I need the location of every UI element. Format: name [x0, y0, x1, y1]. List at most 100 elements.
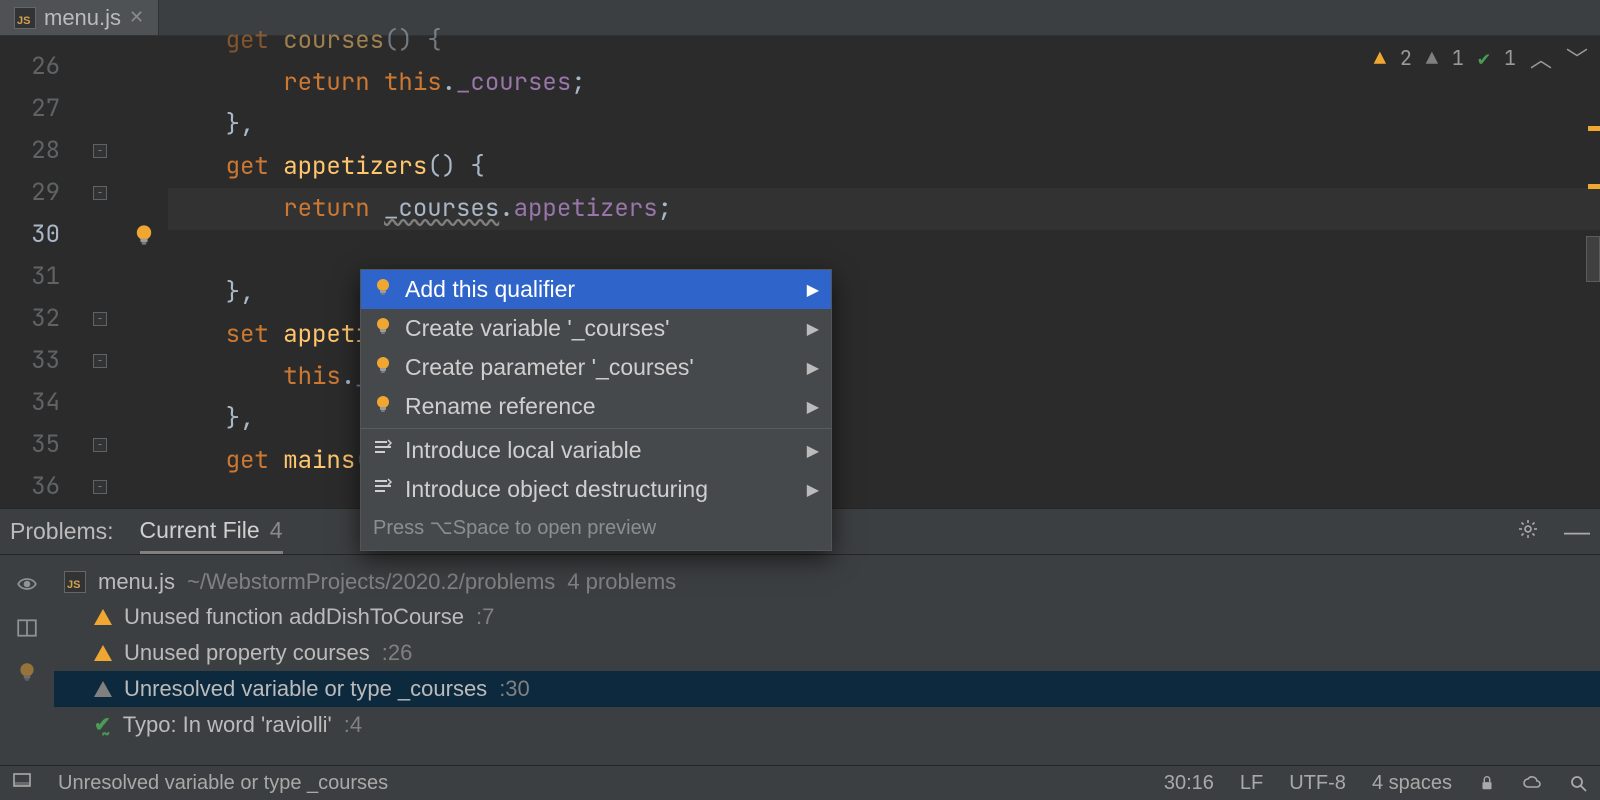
- intention-action-label: Add this qualifier: [405, 276, 575, 303]
- refactor-icon: [373, 437, 393, 464]
- problems-title-label: Problems:: [10, 518, 114, 545]
- hide-panel-icon[interactable]: —: [1564, 516, 1590, 547]
- line-number-gutter: 2627282930313233343536: [0, 36, 80, 508]
- intention-action-item[interactable]: Create variable '_courses'▶: [361, 309, 831, 348]
- line-number: 28: [0, 130, 80, 172]
- next-highlight-icon[interactable]: ﹀: [1566, 42, 1588, 74]
- error-stripe-viewport[interactable]: [1586, 236, 1600, 282]
- prev-highlight-icon[interactable]: ︿: [1530, 42, 1552, 74]
- fold-handle[interactable]: −: [93, 144, 107, 158]
- fold-handle[interactable]: −: [93, 186, 107, 200]
- problem-item[interactable]: Unused property courses :26: [54, 635, 1600, 671]
- submenu-arrow-icon: ▶: [807, 397, 819, 417]
- line-number: 36: [0, 466, 80, 508]
- caret-position[interactable]: 30:16: [1164, 772, 1214, 795]
- code-line[interactable]: return _courses.appetizers;: [168, 188, 1600, 230]
- intention-popup-hint: Press ⌥Space to open preview: [361, 509, 831, 550]
- bulb-icon[interactable]: [14, 659, 40, 685]
- typo-count: 1: [1504, 45, 1516, 71]
- weak-warning-icon: [94, 681, 112, 697]
- error-stripe[interactable]: [1586, 36, 1600, 508]
- error-stripe-mark[interactable]: [1588, 126, 1600, 131]
- code-line[interactable]: },: [168, 104, 1600, 146]
- submenu-arrow-icon: ▶: [807, 441, 819, 461]
- error-stripe-mark[interactable]: [1588, 184, 1600, 189]
- problems-list[interactable]: JS menu.js ~/WebstormProjects/2020.2/pro…: [54, 555, 1600, 766]
- warning-icon: ▲: [1374, 45, 1386, 71]
- typo-icon: ✔̰: [94, 712, 111, 737]
- problem-item[interactable]: ✔̰ Typo: In word 'raviolli' :4: [54, 707, 1600, 743]
- bulb-icon: [373, 315, 393, 342]
- intention-action-label: Create parameter '_courses': [405, 354, 694, 381]
- line-number: 27: [0, 88, 80, 130]
- problems-tool-window: JS menu.js ~/WebstormProjects/2020.2/pro…: [0, 555, 1600, 766]
- problem-item[interactable]: Unused function addDishToCourse :7: [54, 599, 1600, 635]
- submenu-arrow-icon: ▶: [807, 319, 819, 339]
- code-line[interactable]: [168, 230, 1600, 272]
- javascript-file-icon: JS: [14, 7, 36, 29]
- warning-icon: [94, 645, 112, 661]
- search-icon[interactable]: [1568, 773, 1588, 793]
- intention-gutter: [120, 36, 168, 508]
- problem-item[interactable]: Unresolved variable or type _courses :30: [54, 671, 1600, 707]
- refactor-icon: [373, 476, 393, 503]
- layout-icon[interactable]: [12, 770, 32, 796]
- submenu-arrow-icon: ▶: [807, 280, 819, 300]
- status-bar: Unresolved variable or type _courses 30:…: [0, 765, 1600, 800]
- intention-action-item[interactable]: Add this qualifier ▶: [361, 270, 831, 309]
- code-editor[interactable]: 2627282930313233343536 −−−−−− get course…: [0, 36, 1600, 508]
- intention-actions-popup[interactable]: Add this qualifier▶Create variable '_cou…: [360, 269, 832, 551]
- intention-action-item[interactable]: Rename reference ▶: [361, 387, 831, 426]
- intention-action-item[interactable]: Create parameter '_courses'▶: [361, 348, 831, 387]
- problem-location: :26: [382, 640, 413, 666]
- problems-file-row[interactable]: JS menu.js ~/WebstormProjects/2020.2/pro…: [54, 565, 1600, 599]
- intention-bulb-icon[interactable]: [132, 223, 156, 247]
- line-number: 35: [0, 424, 80, 466]
- bulb-icon: [373, 354, 393, 381]
- cloud-icon[interactable]: [1522, 773, 1542, 793]
- problem-text: Unused function addDishToCourse: [124, 604, 464, 630]
- fold-handle[interactable]: −: [93, 480, 107, 494]
- fold-handle[interactable]: −: [93, 312, 107, 326]
- intention-action-label: Rename reference: [405, 393, 596, 420]
- indent-settings[interactable]: 4 spaces: [1372, 772, 1452, 795]
- inspection-summary[interactable]: ▲ 2 ▲ 1 ✔ 1 ︿ ﹀: [1374, 42, 1588, 74]
- problem-text: Unresolved variable or type _courses: [124, 676, 487, 702]
- line-separator[interactable]: LF: [1240, 772, 1263, 795]
- file-tab-label: menu.js: [44, 5, 121, 31]
- bulb-icon: [373, 393, 393, 420]
- fold-handle[interactable]: −: [93, 438, 107, 452]
- close-icon[interactable]: ✕: [129, 7, 144, 28]
- line-number: 33: [0, 340, 80, 382]
- line-number: 26: [0, 46, 80, 88]
- problem-location: :7: [476, 604, 494, 630]
- fold-handle[interactable]: −: [93, 354, 107, 368]
- warning-icon: [94, 609, 112, 625]
- file-encoding[interactable]: UTF-8: [1289, 772, 1346, 795]
- problems-toolbar: [0, 555, 54, 766]
- lock-icon[interactable]: [1478, 774, 1496, 792]
- problem-location: :4: [344, 712, 362, 738]
- split-icon[interactable]: [14, 615, 40, 641]
- problems-title: Problems:: [10, 509, 114, 553]
- file-tab[interactable]: JS menu.js ✕: [0, 0, 159, 35]
- problem-location: :30: [499, 676, 530, 702]
- gear-icon[interactable]: [1518, 519, 1538, 545]
- code-line[interactable]: get appetizers() {: [168, 146, 1600, 188]
- view-icon[interactable]: [14, 571, 40, 597]
- problems-tab-label: Current File: [140, 517, 260, 544]
- intention-action-item[interactable]: Introduce object destructuring▶: [361, 470, 831, 509]
- intention-action-item[interactable]: Introduce local variable ▶: [361, 431, 831, 470]
- weak-warning-icon: ▲: [1426, 45, 1438, 71]
- problems-tab-current-file[interactable]: Current File 4: [140, 509, 283, 553]
- intention-action-label: Introduce object destructuring: [405, 476, 708, 503]
- weak-warning-count: 1: [1452, 45, 1464, 71]
- line-number: 29: [0, 172, 80, 214]
- problems-tab-count: 4: [270, 517, 283, 544]
- problems-file-count: 4 problems: [567, 569, 676, 595]
- problem-text: Typo: In word 'raviolli': [123, 712, 332, 738]
- problem-text: Unused property courses: [124, 640, 370, 666]
- warning-count: 2: [1400, 45, 1412, 71]
- bulb-icon: [373, 276, 393, 303]
- intention-action-label: Introduce local variable: [405, 437, 642, 464]
